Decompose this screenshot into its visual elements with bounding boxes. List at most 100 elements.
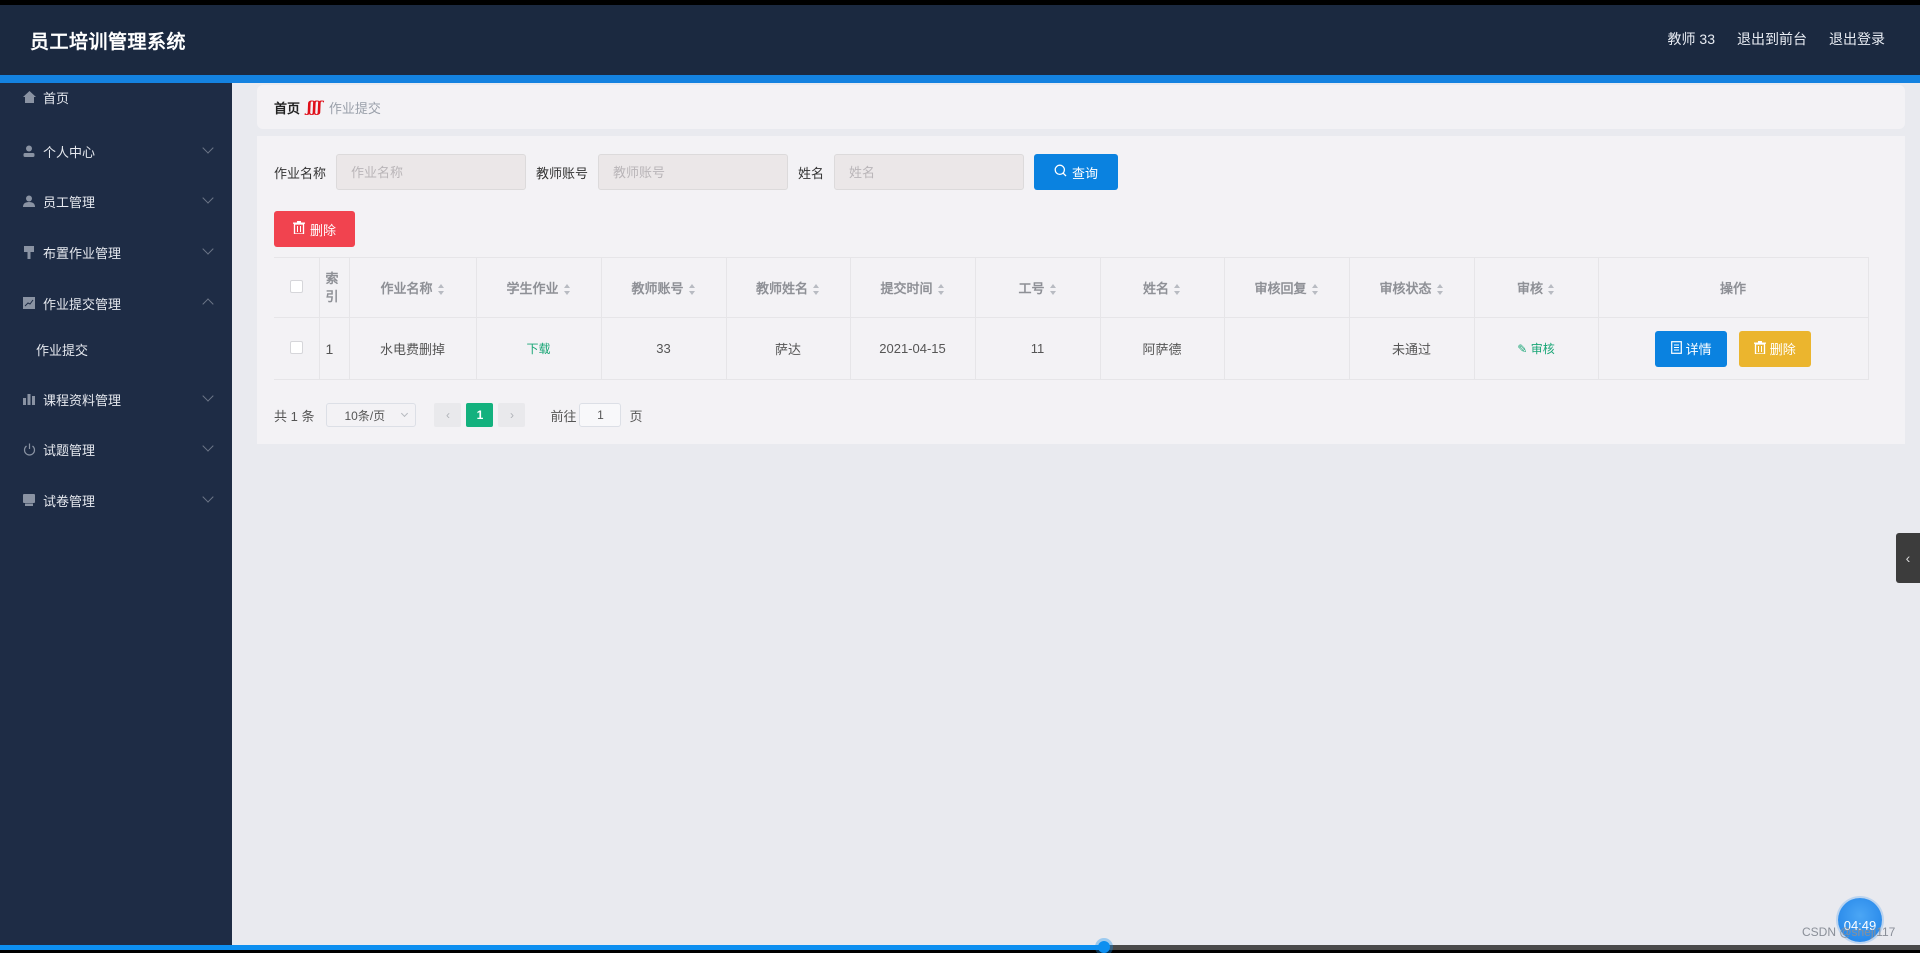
cell-review-reply	[1223, 317, 1350, 380]
row-select-cell	[274, 317, 320, 380]
chevron-down-icon	[202, 390, 214, 402]
header-actions: 教师 33 退出到前台 退出登录	[1668, 29, 1885, 49]
col-submit-time[interactable]: 提交时间	[849, 257, 976, 318]
assignment-name-input[interactable]	[336, 154, 527, 190]
sort-icon[interactable]	[1311, 284, 1319, 296]
sidebar-item-homework-submit-mgmt[interactable]: 作业提交管理	[0, 283, 232, 323]
col-label: 提交时间	[880, 281, 933, 296]
video-progress-bar[interactable]	[0, 941, 1920, 953]
current-user[interactable]: 教师 33	[1668, 29, 1715, 49]
cell-review: ✎ 审核	[1473, 317, 1599, 380]
pagination-total: 共 1 条	[274, 408, 315, 424]
monitor-icon	[22, 493, 36, 507]
teacher-account-input[interactable]	[598, 154, 789, 190]
cell-teacher-name: 萨达	[725, 317, 851, 380]
teacher-account-label: 教师账号	[536, 165, 589, 181]
sidebar-item-label: 个人中心	[43, 144, 96, 160]
sort-icon[interactable]	[1049, 284, 1057, 296]
cell-employee-no: 11	[974, 317, 1101, 380]
video-progress-fill	[0, 945, 1104, 950]
row-delete-button[interactable]: 删除	[1738, 330, 1811, 367]
edit-icon: ✎	[1517, 342, 1528, 356]
document-icon	[1670, 340, 1682, 357]
sort-icon[interactable]	[688, 284, 696, 296]
staff-icon	[22, 194, 36, 208]
sidebar-item-questions[interactable]: 试题管理	[0, 429, 232, 469]
pagination: 共 1 条 10条/页 ‹ 1 › 前往 页	[274, 403, 643, 427]
sidebar-item-home[interactable]: 首页	[0, 77, 232, 117]
page-size-select[interactable]: 10条/页	[326, 403, 417, 427]
col-teacher-account[interactable]: 教师账号	[600, 257, 727, 318]
sort-icon[interactable]	[1174, 284, 1181, 296]
home-icon	[22, 90, 36, 104]
col-label: 姓名	[1142, 281, 1169, 296]
sidebar-item-exam-papers[interactable]: 试卷管理	[0, 480, 232, 520]
sidebar-item-course-materials[interactable]: 课程资料管理	[0, 379, 232, 419]
batch-delete-button[interactable]: 删除	[274, 211, 355, 247]
col-teacher-name[interactable]: 教师姓名	[725, 257, 851, 318]
col-label: 审核	[1516, 281, 1543, 296]
sort-icon[interactable]	[813, 284, 820, 296]
select-all-checkbox[interactable]	[289, 279, 303, 293]
video-progress-handle[interactable]	[1098, 941, 1110, 953]
chevron-down-icon	[202, 192, 214, 204]
cell-submit-time: 2021-04-15	[849, 317, 976, 380]
sort-icon[interactable]	[437, 284, 445, 296]
query-button[interactable]: 查询	[1034, 154, 1119, 190]
trash-icon	[292, 221, 305, 237]
table-header-row: 索引 作业名称 学生作业 教师账号 教师姓名 提交时间 工号 姓名 审核回复 审…	[274, 257, 1869, 318]
name-label: 姓名	[798, 165, 825, 181]
col-name[interactable]: 姓名	[1099, 257, 1225, 318]
col-employee-no[interactable]: 工号	[974, 257, 1101, 318]
breadcrumb: 首页 ʃʃʃ 作业提交	[257, 85, 1905, 129]
logout-link[interactable]: 退出登录	[1829, 29, 1885, 49]
download-link[interactable]: 下载	[526, 342, 550, 356]
power-icon	[22, 442, 36, 456]
breadcrumb-current: 作业提交	[328, 100, 381, 116]
side-panel-toggle[interactable]: ‹	[1896, 533, 1920, 583]
sidebar-item-label: 首页	[43, 90, 70, 106]
col-review-reply[interactable]: 审核回复	[1223, 257, 1350, 318]
bar-chart-icon	[22, 392, 36, 406]
app-title: 员工培训管理系统	[30, 32, 187, 53]
col-review-status[interactable]: 审核状态	[1348, 257, 1475, 318]
sort-icon[interactable]	[1548, 284, 1555, 296]
sidebar-item-staff[interactable]: 员工管理	[0, 181, 232, 221]
trash-icon	[1753, 340, 1766, 357]
prev-page-button[interactable]: ‹	[434, 403, 462, 427]
goto-label: 前往	[550, 408, 577, 424]
goto-page-input[interactable]	[579, 403, 622, 427]
review-link[interactable]: ✎ 审核	[1517, 342, 1554, 356]
watermark: CSDN @sheji117	[1802, 925, 1896, 939]
row-checkbox[interactable]	[289, 340, 303, 354]
sort-icon[interactable]	[563, 284, 571, 296]
chevron-down-icon	[202, 440, 214, 452]
search-icon	[1054, 164, 1067, 180]
sidebar-item-label: 作业提交管理	[43, 296, 122, 312]
col-label: 审核状态	[1379, 281, 1432, 296]
exit-to-front-link[interactable]: 退出到前台	[1737, 29, 1807, 49]
chevron-up-icon	[202, 298, 214, 310]
cell-teacher-account: 33	[600, 317, 727, 380]
breadcrumb-home[interactable]: 首页	[274, 98, 300, 117]
sort-icon[interactable]	[937, 284, 945, 296]
chevron-left-icon: ‹	[445, 408, 450, 422]
page-number-1[interactable]: 1	[466, 403, 494, 427]
col-review[interactable]: 审核	[1473, 257, 1599, 318]
col-index: 索引	[318, 257, 350, 318]
next-page-button[interactable]: ›	[498, 403, 526, 427]
col-assignment-name[interactable]: 作业名称	[348, 257, 477, 318]
detail-button[interactable]: 详情	[1655, 330, 1728, 367]
col-actions: 操作	[1597, 257, 1869, 318]
col-label: 审核回复	[1254, 281, 1307, 296]
sidebar-item-assign-homework[interactable]: 布置作业管理	[0, 232, 232, 272]
sidebar: 首页 个人中心 员工管理 布置作业管理 作业提交管理 作业提交 课程资料管理 试…	[0, 83, 232, 945]
sidebar-subitem-homework-submit[interactable]: 作业提交	[0, 331, 232, 367]
col-student-work[interactable]: 学生作业	[475, 257, 602, 318]
sort-icon[interactable]	[1436, 284, 1444, 296]
cell-review-status: 未通过	[1348, 317, 1475, 380]
name-input[interactable]	[834, 154, 1025, 190]
chart-icon	[22, 296, 36, 310]
sidebar-item-personal-center[interactable]: 个人中心	[0, 131, 232, 171]
search-form: 作业名称 教师账号 姓名 查询	[274, 154, 1119, 190]
